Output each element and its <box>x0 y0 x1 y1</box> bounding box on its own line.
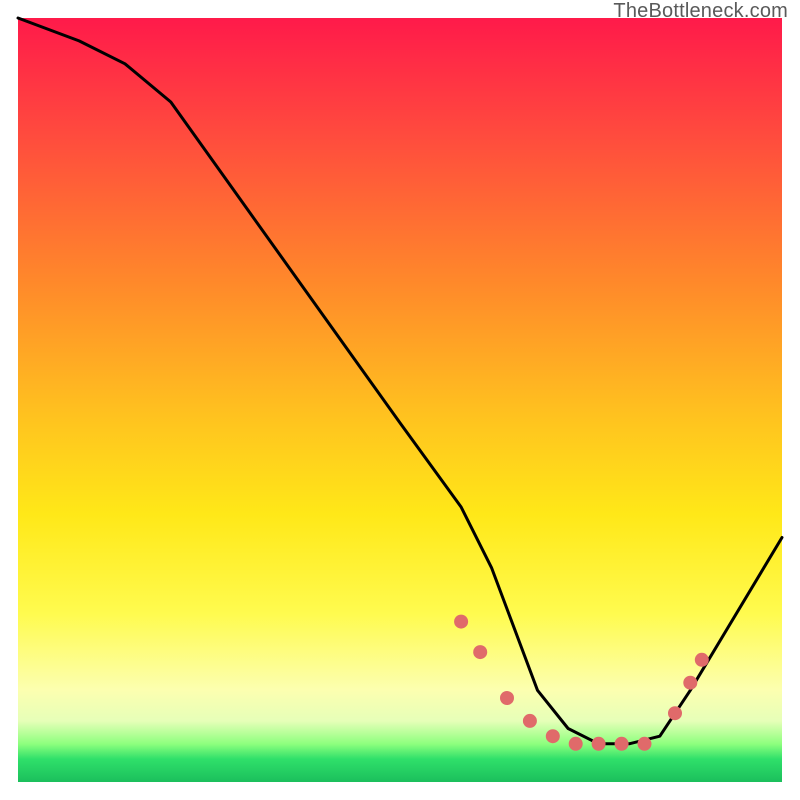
chart-canvas: TheBottleneck.com <box>0 0 800 800</box>
watermark-text: TheBottleneck.com <box>613 0 788 23</box>
chart-background-gradient <box>18 18 782 782</box>
